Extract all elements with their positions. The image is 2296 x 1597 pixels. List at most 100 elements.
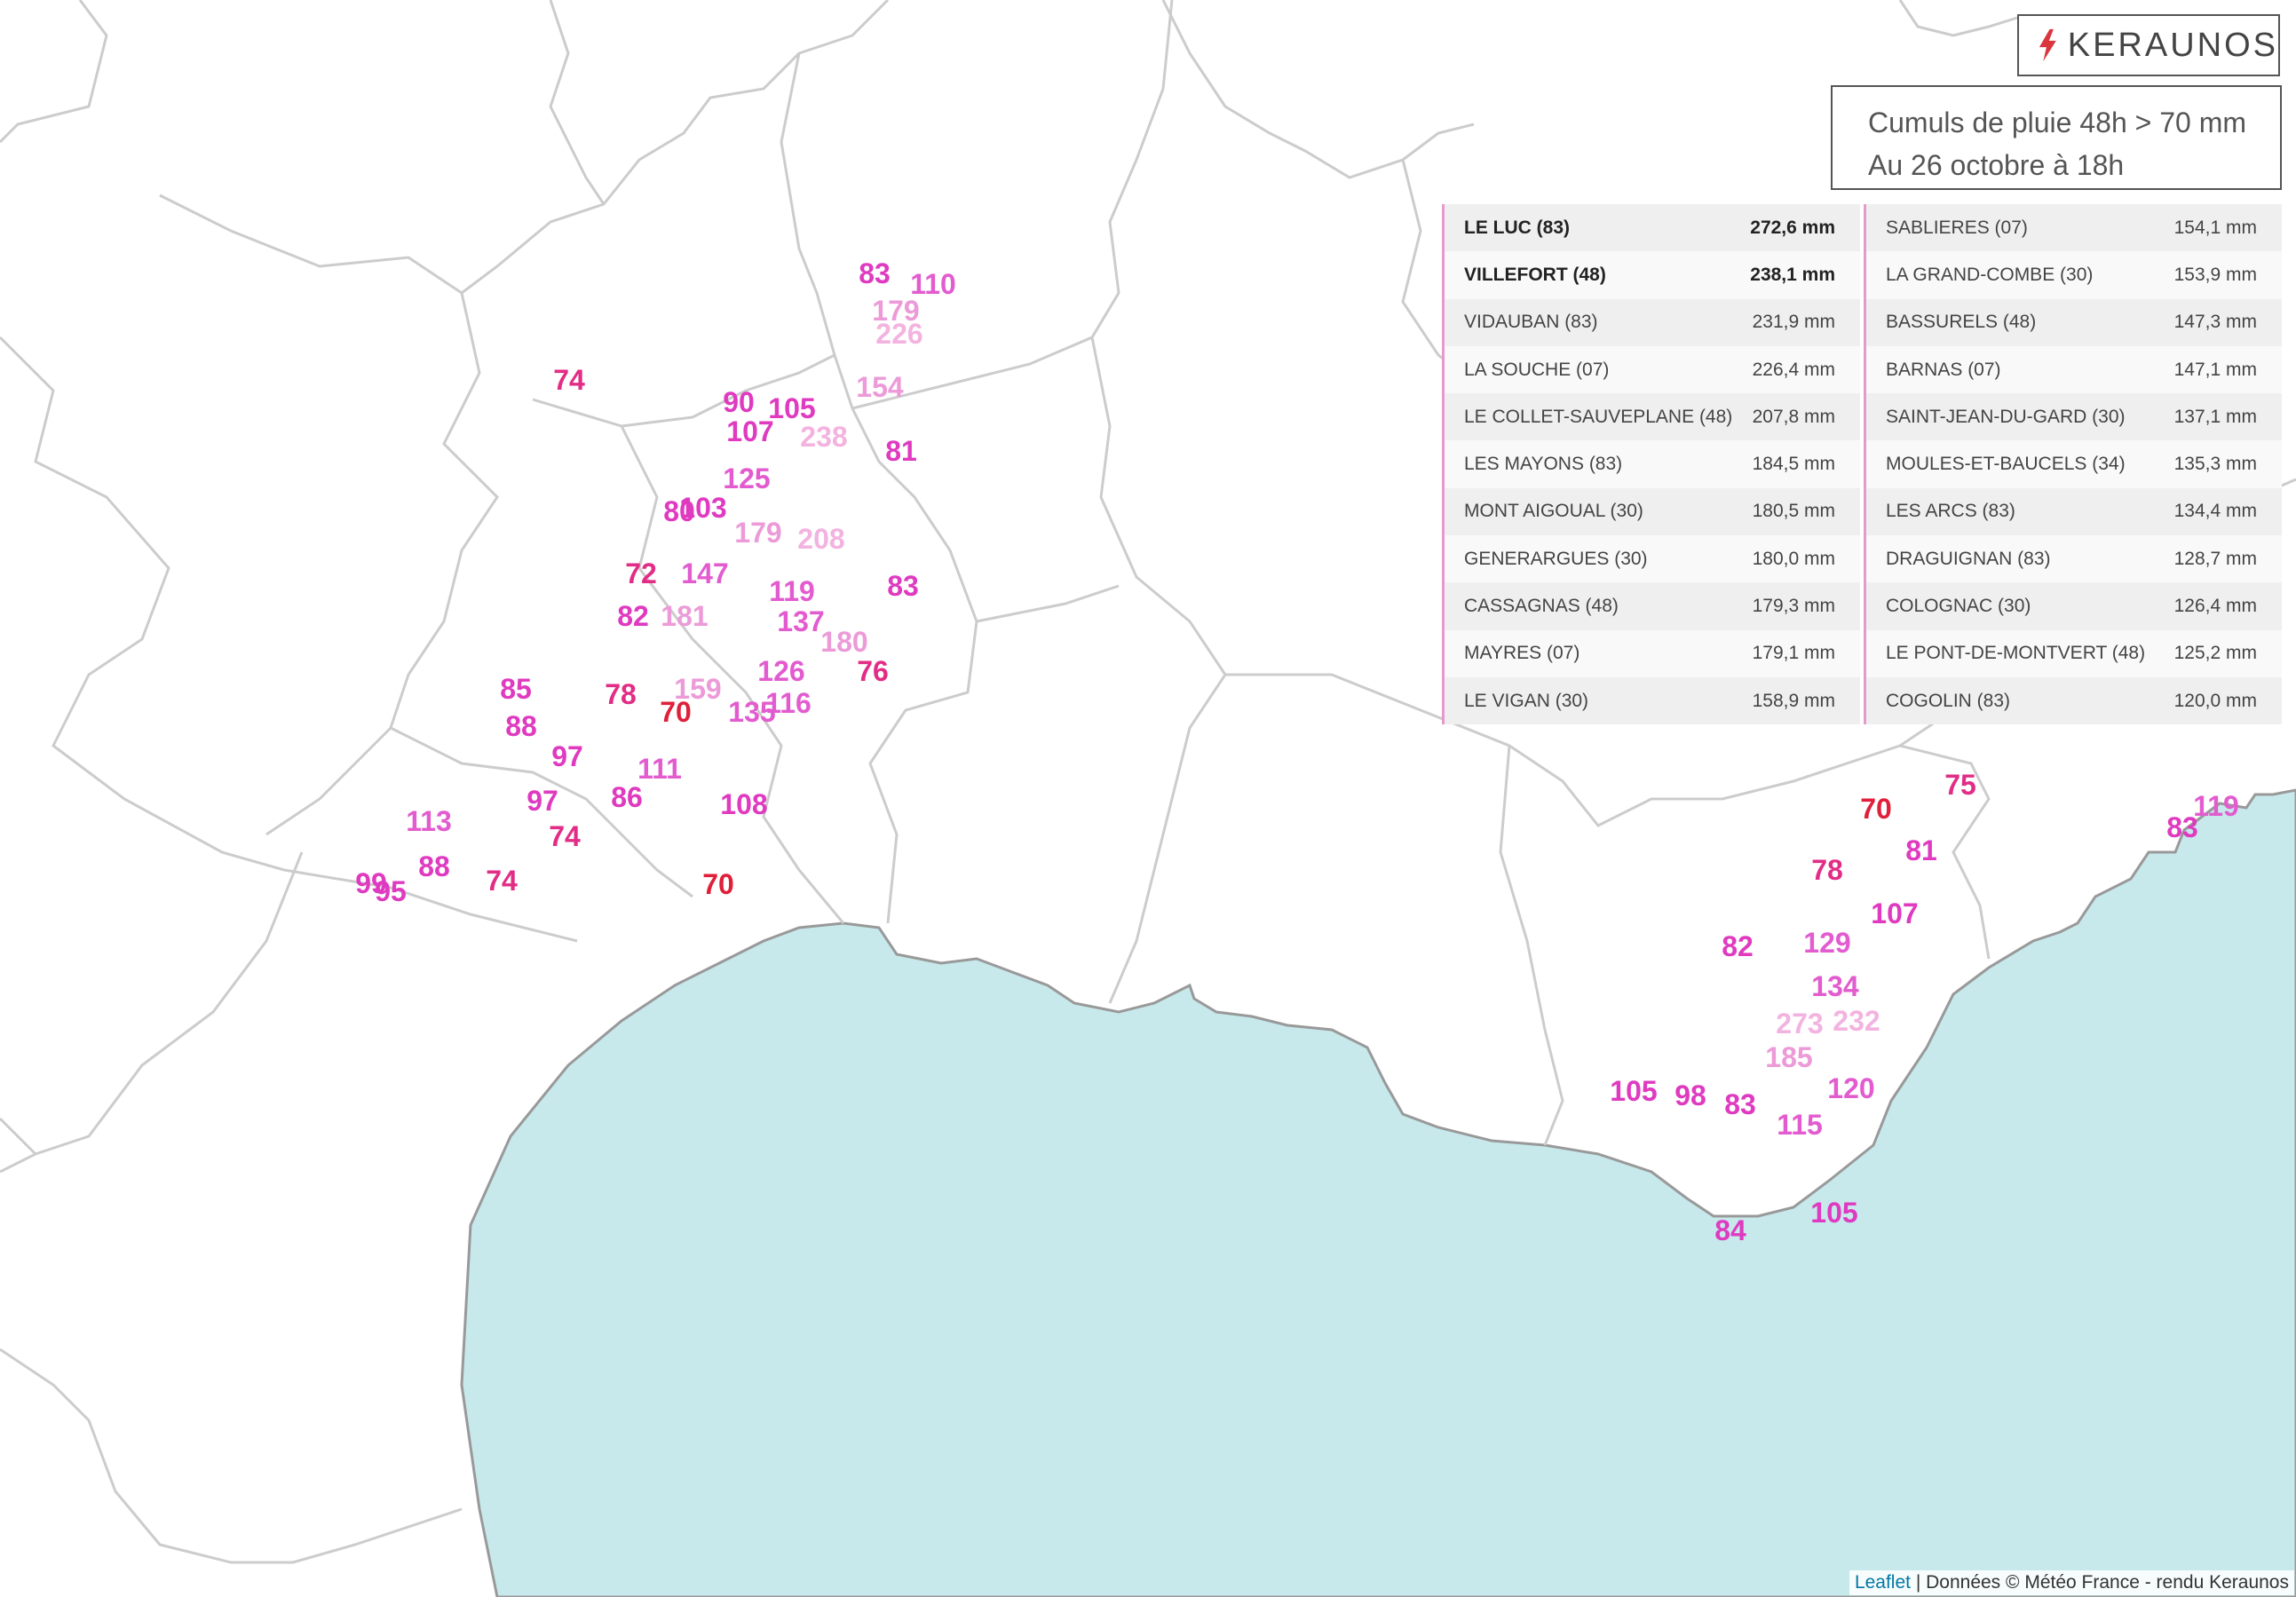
station-name: MOULES-ET-BAUCELS (34) [1886, 454, 2126, 475]
station-cell: CASSAGNAS (48) 179,3 mm [1442, 582, 1860, 630]
rainfall-label: 120 [1827, 1072, 1874, 1104]
station-cell: SAINT-JEAN-DU-GARD (30) 137,1 mm [1864, 393, 2282, 441]
rainfall-label: 81 [1905, 834, 1937, 866]
rainfall-label: 78 [1811, 854, 1843, 886]
rainfall-label: 232 [1833, 1005, 1880, 1037]
rainfall-label: 75 [1944, 769, 1976, 801]
attribution: Leaflet | Données © Météo France - rendu… [1849, 1570, 2294, 1595]
station-value: 153,9 mm [2173, 264, 2257, 285]
rainfall-label: 126 [757, 655, 804, 687]
rainfall-label: 111 [637, 753, 682, 785]
rainfall-label: 208 [797, 523, 844, 555]
rainfall-label: 70 [1860, 793, 1892, 825]
rainfall-label: 226 [875, 318, 922, 350]
station-cell: LA SOUCHE (07) 226,4 mm [1442, 345, 1860, 394]
rainfall-label: 72 [625, 557, 657, 589]
station-value: 154,1 mm [2173, 217, 2257, 238]
rainfall-label: 134 [1811, 970, 1859, 1002]
table-row: LE COLLET-SAUVEPLANE (48) 207,8 mm SAINT-J… [1438, 393, 2282, 441]
table-row: GENERARGUES (30) 180,0 mm DRAGUIGNAN (83) 1… [1438, 535, 2282, 583]
leaflet-link[interactable]: Leaflet [1855, 1572, 1911, 1593]
station-value: 125,2 mm [2173, 643, 2257, 664]
station-name: GENERARGUES (30) [1464, 548, 1648, 569]
station-cell: MAYRES (07) 179,1 mm [1442, 629, 1860, 677]
station-cell: VILLEFORT (48) 238,1 mm [1442, 251, 1860, 299]
rainfall-label: 273 [1776, 1008, 1823, 1040]
station-value: 179,3 mm [1752, 596, 1835, 617]
station-value: 147,3 mm [2173, 312, 2257, 333]
station-name: COLOGNAC (30) [1886, 596, 2031, 617]
rainfall-label: 103 [679, 492, 726, 524]
station-name: LE LUC (83) [1464, 217, 1571, 238]
station-value: 184,5 mm [1752, 454, 1835, 475]
rainfall-label: 154 [856, 371, 904, 403]
rainfall-label: 105 [1810, 1197, 1857, 1229]
station-cell: MOULES-ET-BAUCELS (34) 135,3 mm [1864, 440, 2282, 488]
station-cell: DRAGUIGNAN (83) 128,7 mm [1864, 535, 2282, 583]
map-title: Cumuls de pluie 48h > 70 mm Au 26 octobr… [1831, 85, 2282, 190]
rainfall-label: 107 [726, 415, 773, 447]
station-cell: LE COLLET-SAUVEPLANE (48) 207,8 mm [1442, 393, 1860, 441]
rainfall-label: 125 [723, 462, 770, 494]
station-cell: GENERARGUES (30) 180,0 mm [1442, 535, 1860, 583]
table-row: LA SOUCHE (07) 226,4 mm BARNAS (07) 147,1 m… [1438, 345, 2282, 394]
station-value: 226,4 mm [1752, 359, 1835, 380]
rainfall-label: 88 [505, 710, 537, 742]
rainfall-label: 83 [859, 257, 891, 289]
station-name: LES MAYONS (83) [1464, 454, 1623, 475]
station-name: SABLIERES (07) [1886, 217, 2028, 238]
table-row: LES MAYONS (83) 184,5 mm MOULES-ET-BAUCELS… [1438, 440, 2282, 488]
station-value: 158,9 mm [1752, 690, 1835, 711]
table-row: LE VIGAN (30) 158,9 mm COGOLIN (83) 120,0 m… [1438, 676, 2282, 725]
station-value: 135,3 mm [2173, 454, 2257, 475]
rainfall-label: 135 [728, 696, 775, 728]
station-cell: LES MAYONS (83) 184,5 mm [1442, 440, 1860, 488]
rainfall-label: 70 [702, 868, 734, 900]
rainfall-label: 86 [611, 781, 643, 813]
table-row: MONT AIGOUAL (30) 180,5 mm LES ARCS (83) 13… [1438, 487, 2282, 536]
station-cell: LE PONT-DE-MONTVERT (48) 125,2 mm [1864, 629, 2282, 677]
rainfall-label: 82 [1722, 930, 1754, 962]
station-name: LE PONT-DE-MONTVERT (48) [1886, 643, 2146, 664]
rainfall-label: 83 [1724, 1088, 1756, 1120]
station-name: LE COLLET-SAUVEPLANE (48) [1464, 406, 1733, 427]
rainfall-label: 97 [551, 740, 583, 772]
table-row: VILLEFORT (48) 238,1 mm LA GRAND-COMBE (30… [1438, 251, 2282, 299]
station-value: 180,5 mm [1752, 501, 1835, 522]
rainfall-label: 85 [500, 673, 532, 705]
rainfall-label: 181 [661, 600, 708, 632]
station-value: 134,4 mm [2173, 501, 2257, 522]
station-value: 120,0 mm [2173, 690, 2257, 711]
rainfall-label: 137 [777, 605, 824, 637]
station-name: DRAGUIGNAN (83) [1886, 548, 2051, 569]
station-value: 126,4 mm [2173, 596, 2257, 617]
station-cell: BASSURELS (48) 147,3 mm [1864, 298, 2282, 346]
station-value: 179,1 mm [1752, 643, 1835, 664]
rainfall-label: 180 [820, 626, 867, 658]
rainfall-label: 129 [1803, 927, 1850, 959]
rainfall-label: 107 [1871, 897, 1918, 929]
attribution-text: | Données © Météo France - rendu Kerauno… [1911, 1572, 2289, 1593]
station-name: LA SOUCHE (07) [1464, 359, 1610, 380]
station-name: VIDAUBAN (83) [1464, 312, 1598, 333]
station-cell: COGOLIN (83) 120,0 mm [1864, 676, 2282, 725]
rainfall-label: 119 [2193, 790, 2239, 822]
station-cell: LE LUC (83) 272,6 mm [1442, 204, 1860, 252]
rainfall-label: 83 [887, 570, 919, 602]
station-value: 180,0 mm [1752, 548, 1835, 569]
lightning-bolt-icon [2039, 28, 2056, 62]
rainfall-label: 238 [800, 421, 847, 453]
rainfall-label: 105 [1610, 1075, 1657, 1107]
rainfall-label: 115 [1777, 1109, 1823, 1141]
rainfall-label: 76 [857, 655, 889, 687]
station-value: 128,7 mm [2173, 548, 2257, 569]
rainfall-label: 113 [406, 805, 452, 837]
station-cell: LE VIGAN (30) 158,9 mm [1442, 676, 1860, 725]
station-value: 147,1 mm [2173, 359, 2257, 380]
rainfall-label: 90 [723, 386, 755, 418]
rainfall-label: 74 [549, 820, 581, 852]
table-row: CASSAGNAS (48) 179,3 mm COLOGNAC (30) 126,4… [1438, 582, 2282, 630]
station-cell: VIDAUBAN (83) 231,9 mm [1442, 298, 1860, 346]
station-name: BARNAS (07) [1886, 359, 2001, 380]
rainfall-label: 179 [734, 517, 781, 549]
